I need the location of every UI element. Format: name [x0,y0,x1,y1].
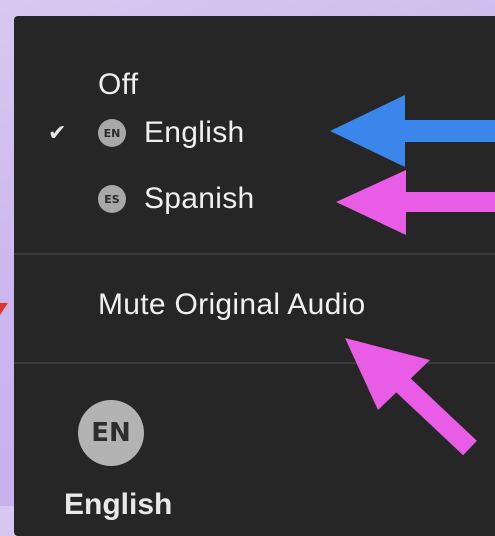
footer-language-badge-icon[interactable]: EN [78,400,144,466]
menu-item-english[interactable]: ✔ EN English [14,116,495,150]
menu-divider-bottom [14,362,495,364]
check-icon: ✔ [48,120,67,145]
interpretation-menu: Off ✔ EN English ES Spanish Mute Origina… [14,16,495,536]
english-badge-icon: EN [98,119,126,147]
spanish-badge-icon: ES [98,185,126,213]
footer-language-label: English [64,488,173,521]
mute-original-audio-item[interactable]: Mute Original Audio [14,288,495,322]
menu-item-off-label: Off [98,68,139,101]
mute-original-audio-label: Mute Original Audio [98,288,366,321]
menu-item-off[interactable]: Off [14,68,495,102]
red-indicator [0,303,8,315]
menu-divider [14,253,495,255]
menu-item-spanish[interactable]: ES Spanish [14,182,495,216]
menu-item-english-label: English [144,116,245,149]
menu-item-spanish-label: Spanish [144,182,255,215]
